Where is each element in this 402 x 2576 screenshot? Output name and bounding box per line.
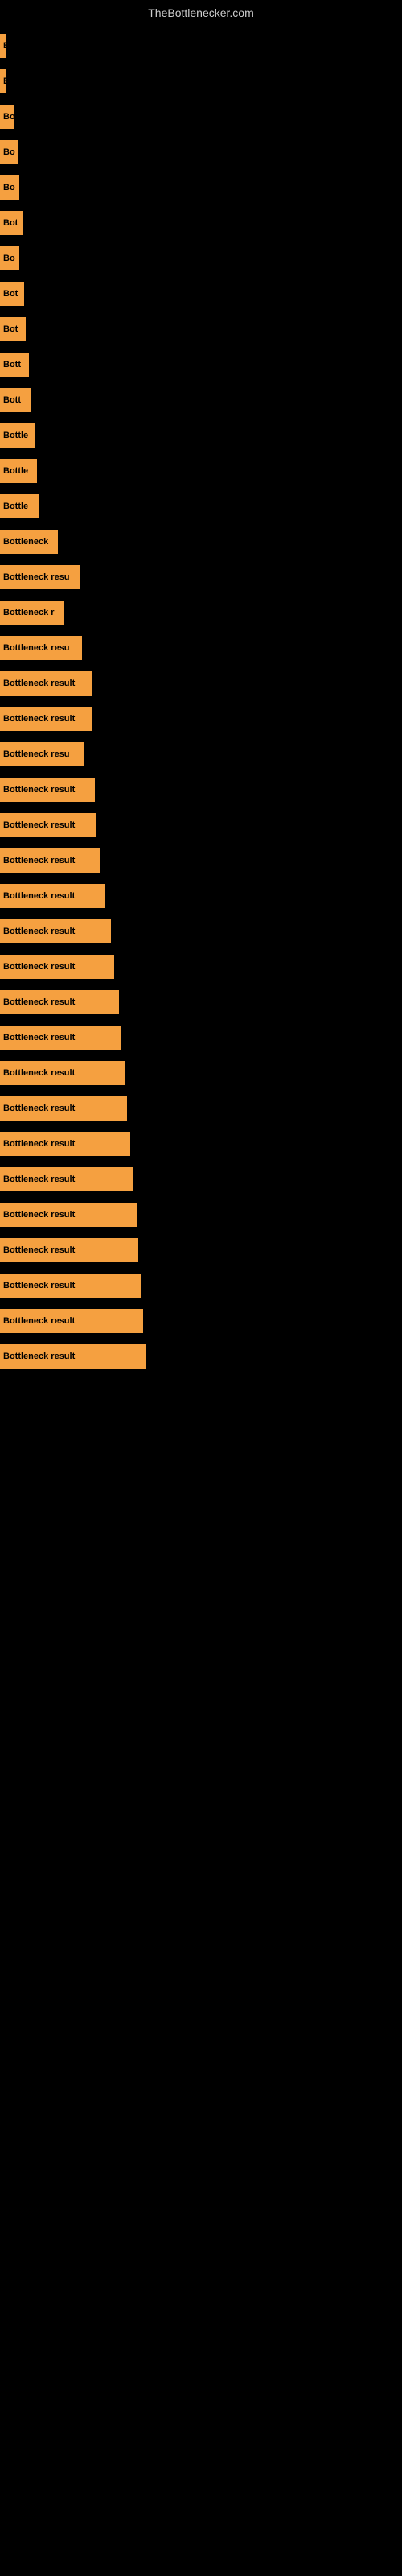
bar-row: Bo: [0, 172, 402, 203]
bar-row: Bottleneck result: [0, 1341, 402, 1372]
bar-row: Bottleneck result: [0, 1199, 402, 1230]
bar-item: Bo: [0, 105, 14, 129]
bar-item: Bottleneck result: [0, 813, 96, 837]
bar-row: Bottle: [0, 420, 402, 451]
bar-row: Bottleneck result: [0, 1129, 402, 1159]
bar-item: Bott: [0, 388, 31, 412]
bar-item: Bo: [0, 246, 19, 270]
bar-item: Bott: [0, 353, 29, 377]
bar-row: B: [0, 31, 402, 61]
bar-item: Bottleneck result: [0, 707, 92, 731]
bar-row: Bottleneck result: [0, 1270, 402, 1301]
bar-row: Bot: [0, 314, 402, 345]
bar-item: Bot: [0, 282, 24, 306]
bar-row: B: [0, 66, 402, 97]
bar-item: Bottleneck result: [0, 919, 111, 943]
bar-row: Bottleneck resu: [0, 633, 402, 663]
bar-item: Bottle: [0, 459, 37, 483]
bar-item: Bottleneck resu: [0, 565, 80, 589]
bar-row: Bottleneck result: [0, 1306, 402, 1336]
bar-item: Bottleneck result: [0, 848, 100, 873]
bar-row: Bottle: [0, 456, 402, 486]
bar-row: Bottleneck result: [0, 916, 402, 947]
bar-row: Bottleneck result: [0, 987, 402, 1018]
bar-item: Bottle: [0, 494, 39, 518]
bar-item: Bottleneck result: [0, 955, 114, 979]
bar-row: Bottleneck result: [0, 1164, 402, 1195]
bar-row: Bottleneck result: [0, 1093, 402, 1124]
bar-item: Bo: [0, 175, 19, 200]
bar-item: Bottleneck r: [0, 601, 64, 625]
bar-item: Bottleneck result: [0, 1096, 127, 1121]
bar-row: Bottleneck result: [0, 810, 402, 840]
bar-row: Bottleneck: [0, 526, 402, 557]
bar-item: Bottleneck result: [0, 1309, 143, 1333]
site-title: TheBottlenecker.com: [0, 0, 402, 23]
bar-item: Bottleneck result: [0, 1132, 130, 1156]
bar-row: Bottleneck r: [0, 597, 402, 628]
bar-item: Bottleneck: [0, 530, 58, 554]
bar-row: Bot: [0, 208, 402, 238]
bar-row: Bottleneck resu: [0, 739, 402, 770]
bar-row: Bottleneck resu: [0, 562, 402, 592]
bar-item: Bottleneck result: [0, 1238, 138, 1262]
bar-item: Bottleneck result: [0, 1274, 141, 1298]
bar-row: Bottleneck result: [0, 1235, 402, 1265]
bar-row: Bottleneck result: [0, 704, 402, 734]
bar-row: Bottleneck result: [0, 668, 402, 699]
bar-item: Bo: [0, 140, 18, 164]
bar-item: Bottleneck result: [0, 884, 105, 908]
bar-row: Bo: [0, 101, 402, 132]
bar-item: B: [0, 69, 6, 93]
bar-row: Bottleneck result: [0, 1058, 402, 1088]
bar-row: Bott: [0, 385, 402, 415]
bar-item: B: [0, 34, 6, 58]
bar-item: Bottleneck resu: [0, 742, 84, 766]
bar-item: Bottleneck result: [0, 1167, 133, 1191]
bar-item: Bottleneck result: [0, 671, 92, 696]
bar-row: Bottleneck result: [0, 952, 402, 982]
bar-row: Bottleneck result: [0, 845, 402, 876]
bar-row: Bot: [0, 279, 402, 309]
bar-item: Bottle: [0, 423, 35, 448]
bar-item: Bottleneck result: [0, 1061, 125, 1085]
bar-row: Bottleneck result: [0, 881, 402, 911]
bar-row: Bo: [0, 243, 402, 274]
bar-item: Bottleneck resu: [0, 636, 82, 660]
bar-item: Bot: [0, 211, 23, 235]
bar-row: Bott: [0, 349, 402, 380]
bar-row: Bo: [0, 137, 402, 167]
bar-row: Bottle: [0, 491, 402, 522]
bar-item: Bottleneck result: [0, 990, 119, 1014]
bar-row: Bottleneck result: [0, 1022, 402, 1053]
bar-item: Bottleneck result: [0, 1026, 121, 1050]
bar-row: Bottleneck result: [0, 774, 402, 805]
bar-item: Bottleneck result: [0, 1344, 146, 1368]
bar-item: Bottleneck result: [0, 778, 95, 802]
bar-item: Bottleneck result: [0, 1203, 137, 1227]
bar-item: Bot: [0, 317, 26, 341]
bars-container: BB Bo Bo Bo Bot Bo Bot Bot Bott Bott Bottle Bottle B…: [0, 23, 402, 1385]
